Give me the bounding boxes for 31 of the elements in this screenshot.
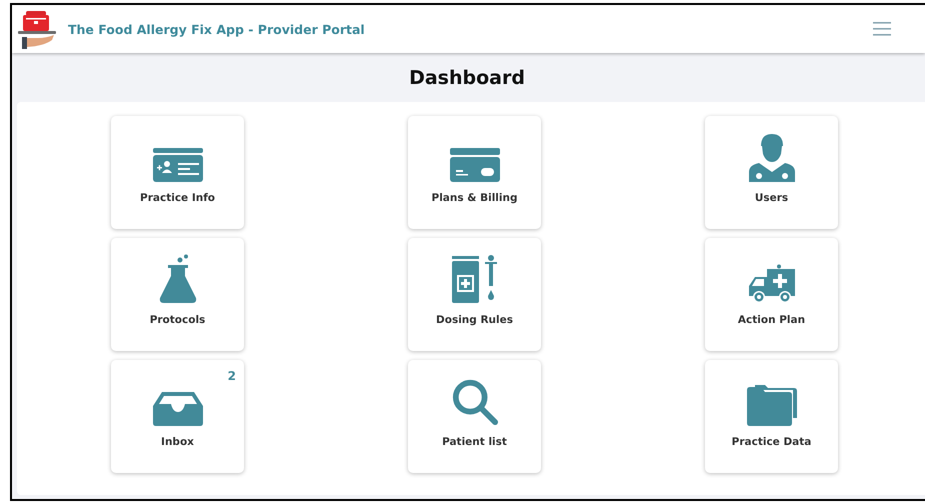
medicine-icon	[450, 254, 500, 304]
credit-card-icon	[450, 148, 500, 182]
tile-label: Plans & Billing	[432, 192, 518, 204]
search-icon	[450, 378, 498, 426]
doctor-icon	[746, 132, 796, 182]
dashboard-tile[interactable]: Practice Info	[111, 116, 244, 229]
dashboard-tile[interactable]: Practice Data	[705, 360, 838, 473]
app-title: The Food Allergy Fix App - Provider Portal	[68, 22, 365, 36]
flask-icon	[158, 254, 198, 304]
id-card-icon	[152, 148, 202, 182]
inbox-icon	[152, 392, 202, 426]
dashboard-tile[interactable]: Dosing Rules	[408, 238, 541, 351]
dashboard-tile[interactable]: Action Plan	[705, 238, 838, 351]
menu-icon[interactable]	[873, 22, 891, 36]
tile-label: Users	[754, 192, 788, 204]
tile-label: Protocols	[150, 314, 206, 326]
page-title: Dashboard	[408, 67, 526, 89]
dashboard-tile[interactable]: Users	[705, 116, 838, 229]
folders-icon	[746, 384, 796, 426]
ambulance-icon	[746, 264, 796, 304]
dashboard-tile[interactable]: Protocols	[111, 238, 244, 351]
tile-label: Practice Data	[732, 436, 812, 448]
tile-label: Patient list	[442, 436, 507, 448]
dashboard-tile[interactable]: 2 Inbox	[111, 360, 244, 473]
dashboard-tile[interactable]: Patient list	[408, 360, 541, 473]
tile-label: Practice Info	[140, 192, 215, 204]
tile-label: Inbox	[161, 436, 194, 448]
tile-label: Dosing Rules	[436, 314, 513, 326]
dashboard-tile[interactable]: Plans & Billing	[408, 116, 541, 229]
tile-label: Action Plan	[738, 314, 806, 326]
unread-count: 2	[228, 369, 236, 383]
